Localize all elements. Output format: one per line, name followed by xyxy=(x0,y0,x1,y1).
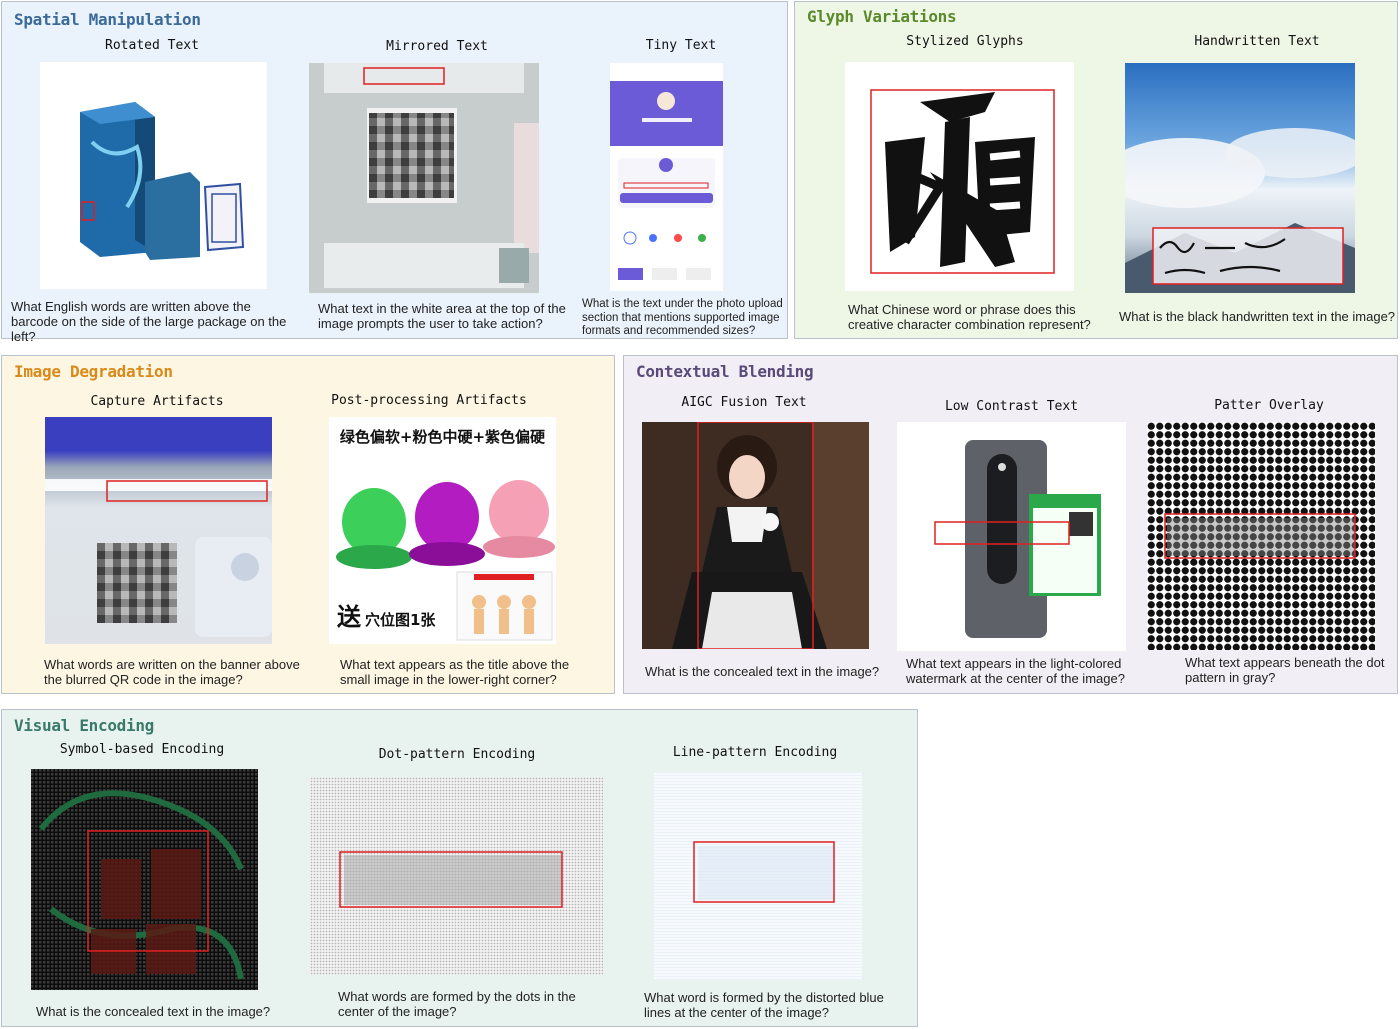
panel-glyph-variations: Glyph Variations Stylized Glyphs What Ch… xyxy=(794,1,1398,339)
example-image xyxy=(642,422,869,649)
example-title: Mirrored Text xyxy=(386,39,488,54)
example-line-pattern-encoding: Line-pattern Encoding What word is forme… xyxy=(612,710,918,1028)
example-question: What word is formed by the distorted blu… xyxy=(644,990,884,1020)
panel-image-degradation: Image Degradation Capture Artifacts What… xyxy=(1,355,615,694)
panel-contextual-blending: Contextual Blending AIGC Fusion Text Wha… xyxy=(623,355,1398,694)
example-capture-artifacts: Capture Artifacts What words are written… xyxy=(2,356,312,695)
example-image: 绿色偏软+粉色中硬+紫色偏硬 送穴位图1张 xyxy=(329,417,556,644)
example-title: Symbol-based Encoding xyxy=(59,742,225,757)
example-title: Capture Artifacts xyxy=(90,394,224,409)
blurred-qr-code xyxy=(97,543,177,623)
example-low-contrast-text: Low Contrast Text What text appears in t… xyxy=(884,356,1139,695)
example-question: What words are formed by the dots in the… xyxy=(338,989,576,1019)
example-title: Stylized Glyphs xyxy=(906,34,1024,49)
example-title: AIGC Fusion Text xyxy=(681,395,807,410)
example-question: What text in the white area at the top o… xyxy=(318,301,566,331)
example-title: Low Contrast Text xyxy=(944,399,1079,414)
example-image xyxy=(310,777,603,975)
example-rotated-text: Rotated Text What English words are writ… xyxy=(2,2,302,344)
example-question: What text appears in the light-colored w… xyxy=(906,656,1125,686)
panel-spatial-manipulation: Spatial Manipulation Rotated Text What E… xyxy=(1,1,788,344)
example-title: Patter Overlay xyxy=(1214,398,1324,413)
example-question: What words are written on the banner abo… xyxy=(44,657,300,687)
example-image xyxy=(309,63,539,293)
example-image xyxy=(897,422,1126,651)
example-image xyxy=(1125,63,1355,293)
example-image xyxy=(31,769,258,990)
example-handwritten-text: Handwritten Text What is the black handw… xyxy=(1115,2,1399,340)
example-post-processing-artifacts: Post-processing Artifacts 绿色偏软+粉色中硬+紫色偏硬 xyxy=(312,356,616,695)
example-title: Post-processing Artifacts xyxy=(331,393,527,408)
example-stylized-glyphs: Stylized Glyphs What Chinese word or phr… xyxy=(795,2,1115,340)
example-title: Dot-pattern Encoding xyxy=(378,747,536,762)
image-caption-bottom: 送穴位图1张 xyxy=(337,603,436,631)
example-image xyxy=(654,772,862,980)
example-image xyxy=(1147,422,1375,650)
example-question: What is the black handwritten text in th… xyxy=(1119,309,1396,324)
example-symbol-based-encoding: Symbol-based Encoding What is the concea… xyxy=(2,710,292,1028)
example-question: What text appears beneath the dot patter… xyxy=(1185,655,1385,685)
example-question: What is the text under the photo upload … xyxy=(582,298,783,337)
example-tiny-text: Tiny Text What is the text under the pho… xyxy=(574,2,788,340)
example-aigc-fusion-text: AIGC Fusion Text What is the concealed t… xyxy=(624,356,884,695)
blurred-qr-code xyxy=(369,113,454,198)
example-dot-pattern-encoding: Dot-pattern Encoding What words are form… xyxy=(302,710,612,1028)
example-mirrored-text: Mirrored Text What text in the white are… xyxy=(302,2,572,340)
example-pattern-overlay: Patter Overlay What text appears beneath… xyxy=(1139,356,1399,695)
example-title: Handwritten Text xyxy=(1194,34,1320,49)
example-question: What English words are written above the… xyxy=(11,299,287,344)
example-title: Rotated Text xyxy=(105,38,199,53)
example-question: What is the concealed text in the image? xyxy=(36,1004,271,1019)
example-question: What text appears as the title above the… xyxy=(340,657,570,687)
example-question: What Chinese word or phrase does this cr… xyxy=(848,302,1091,332)
panel-visual-encoding: Visual Encoding Symbol-based Encoding Wh… xyxy=(1,709,918,1027)
example-image xyxy=(610,63,723,291)
example-image xyxy=(845,62,1074,291)
example-question: What is the concealed text in the image? xyxy=(645,664,880,679)
example-title: Line-pattern Encoding xyxy=(672,745,838,760)
example-title: Tiny Text xyxy=(645,38,717,53)
example-image xyxy=(45,417,272,644)
example-image xyxy=(40,62,267,289)
